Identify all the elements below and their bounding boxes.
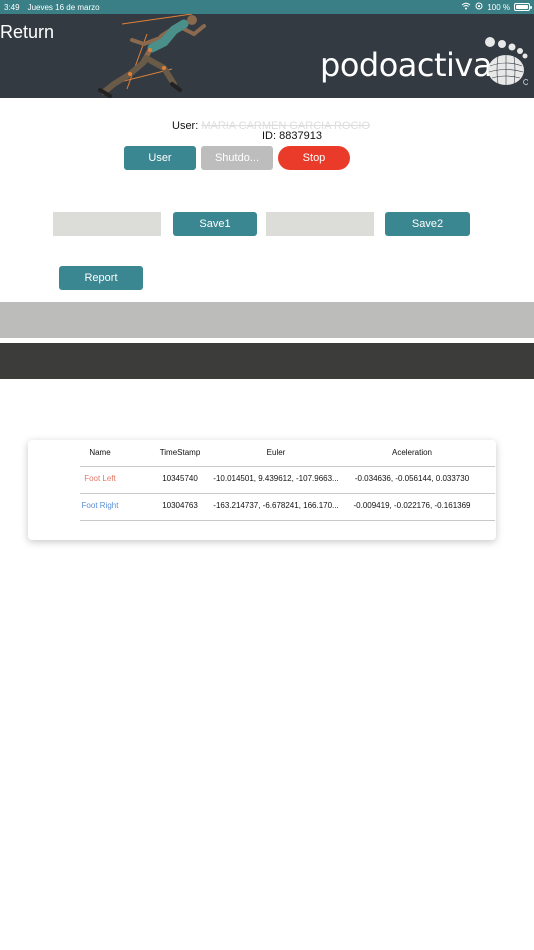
app-header: Return podoactiva: [0, 14, 534, 98]
row-foot-right-acceleration: -0.009419, -0.022176, -0.161369: [353, 501, 471, 510]
status-date: Jueves 16 de marzo: [27, 2, 100, 12]
save1-input[interactable]: [53, 212, 161, 236]
save2-input[interactable]: [266, 212, 374, 236]
brand-logo: podoactiva: [320, 46, 492, 84]
user-button[interactable]: User: [124, 146, 196, 170]
row-foot-right-euler: -163.214737, -6.678241, 166.170...: [213, 501, 339, 510]
wifi-icon: [461, 2, 471, 12]
runner-illustration-icon: [98, 14, 206, 98]
row-foot-left-euler: -10.014501, 9.439612, -107.9663...: [213, 474, 339, 483]
table-divider: [80, 493, 495, 494]
user-id: ID: 8837913: [262, 130, 322, 142]
table-divider: [80, 466, 495, 467]
user-label: User:: [172, 120, 199, 132]
sensor-table: Name TimeStamp Euler Aceleration Foot Le…: [28, 440, 496, 540]
report-button[interactable]: Report: [59, 266, 143, 290]
id-label: ID:: [262, 130, 277, 142]
status-time: 3:49: [4, 2, 20, 12]
status-bar: 3:49 Jueves 16 de marzo 100 %: [0, 0, 534, 14]
save2-button[interactable]: Save2: [385, 212, 470, 236]
id-value: 8837913: [279, 130, 322, 142]
row-foot-left-name: Foot Left: [84, 474, 116, 483]
column-header-name: Name: [89, 448, 111, 457]
row-foot-right-name: Foot Right: [81, 501, 119, 510]
row-foot-right-timestamp: 10304763: [162, 501, 198, 510]
row-foot-left-acceleration: -0.034636, -0.056144, 0.033730: [354, 474, 470, 483]
chart-band-light: [0, 302, 534, 338]
shutdown-button[interactable]: Shutdo...: [201, 146, 273, 170]
battery-icon: [514, 3, 532, 11]
lock-rotation-icon: [475, 2, 483, 12]
row-foot-left-timestamp: 10345740: [162, 474, 198, 483]
table-divider: [80, 520, 495, 521]
chart-band-dark: [0, 343, 534, 379]
column-header-euler: Euler: [266, 448, 286, 457]
battery-percent: 100 %: [487, 2, 510, 12]
column-header-timestamp: TimeStamp: [159, 448, 201, 457]
column-header-acceleration: Aceleration: [391, 448, 433, 457]
foot-logo-icon: [485, 37, 528, 85]
return-button[interactable]: Return: [0, 22, 54, 43]
stop-button[interactable]: Stop: [278, 146, 350, 170]
save1-button[interactable]: Save1: [173, 212, 257, 236]
